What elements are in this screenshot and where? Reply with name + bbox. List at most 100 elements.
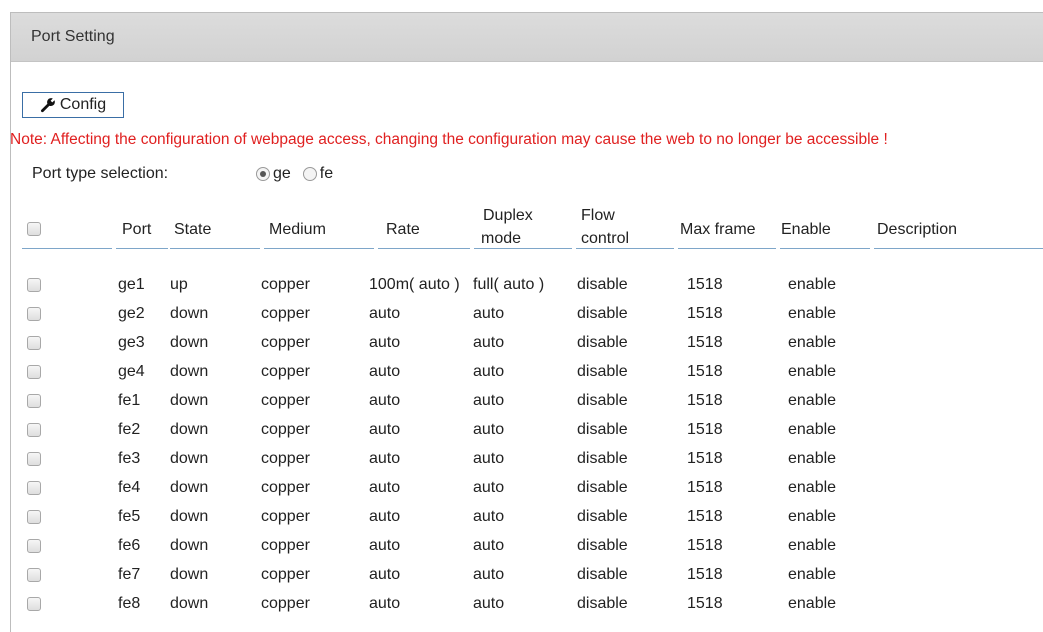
port-type-radio-group: ge fe bbox=[256, 165, 345, 183]
row-checkbox[interactable] bbox=[27, 510, 41, 524]
row-checkbox[interactable] bbox=[27, 336, 41, 350]
cell-flow-control: disable bbox=[577, 566, 628, 583]
cell-medium: copper bbox=[261, 305, 310, 322]
warning-note: Note: Affecting the configuration of web… bbox=[10, 131, 888, 148]
cell-rate: auto bbox=[369, 479, 401, 496]
cell-medium: copper bbox=[261, 595, 310, 612]
cell-max-frame: 1518 bbox=[687, 305, 723, 322]
cell-max-frame: 1518 bbox=[687, 537, 723, 554]
select-all-checkbox[interactable] bbox=[27, 222, 41, 236]
cell-flow-control: disable bbox=[577, 450, 628, 467]
cell-state: down bbox=[170, 595, 209, 612]
cell-port: ge4 bbox=[118, 363, 145, 380]
radio-fe[interactable] bbox=[302, 167, 317, 181]
row-checkbox[interactable] bbox=[27, 539, 41, 553]
cell-state: down bbox=[170, 421, 209, 438]
column-header-duplex-mode: Duplex mode bbox=[481, 204, 533, 250]
cell-duplex: auto bbox=[473, 595, 505, 612]
cell-duplex: auto bbox=[473, 566, 505, 583]
radio-ge-label: ge bbox=[273, 165, 291, 182]
cell-medium: copper bbox=[261, 450, 310, 467]
cell-state: down bbox=[170, 479, 209, 496]
header-rule bbox=[170, 248, 260, 249]
cell-enable: enable bbox=[788, 421, 837, 438]
row-checkbox[interactable] bbox=[27, 278, 41, 292]
cell-state: down bbox=[170, 450, 209, 467]
cell-duplex: auto bbox=[473, 363, 505, 380]
row-checkbox[interactable] bbox=[27, 568, 41, 582]
cell-duplex: auto bbox=[473, 508, 505, 525]
cell-enable: enable bbox=[788, 479, 837, 496]
cell-state: down bbox=[170, 566, 209, 583]
cell-max-frame: 1518 bbox=[687, 595, 723, 612]
cell-state: down bbox=[170, 537, 209, 554]
cell-rate: auto bbox=[369, 566, 401, 583]
radio-ge[interactable] bbox=[256, 167, 270, 181]
cell-enable: enable bbox=[788, 363, 837, 380]
cell-port: ge2 bbox=[118, 305, 145, 322]
cell-flow-control: disable bbox=[577, 421, 628, 438]
cell-flow-control: disable bbox=[577, 276, 628, 293]
cell-port: fe7 bbox=[118, 566, 141, 583]
cell-duplex: full( auto ) bbox=[473, 276, 545, 293]
config-button[interactable]: Config bbox=[22, 92, 124, 118]
cell-port: fe3 bbox=[118, 450, 141, 467]
cell-enable: enable bbox=[788, 566, 837, 583]
cell-rate: auto bbox=[369, 421, 401, 438]
cell-state: down bbox=[170, 334, 209, 351]
header-rule bbox=[474, 248, 572, 249]
row-checkbox[interactable] bbox=[27, 307, 41, 321]
cell-medium: copper bbox=[261, 508, 310, 525]
wrench-icon bbox=[40, 98, 55, 113]
radio-fe-label: fe bbox=[319, 165, 334, 182]
cell-rate: auto bbox=[369, 450, 401, 467]
row-checkbox[interactable] bbox=[27, 394, 41, 408]
panel-frame bbox=[10, 12, 1043, 632]
header-rule bbox=[576, 248, 674, 249]
cell-medium: copper bbox=[261, 421, 310, 438]
cell-medium: copper bbox=[261, 392, 310, 409]
cell-port: fe6 bbox=[118, 537, 141, 554]
cell-duplex: auto bbox=[473, 392, 505, 409]
cell-rate: auto bbox=[369, 363, 401, 380]
port-type-option-fe[interactable]: fe bbox=[302, 165, 334, 183]
cell-max-frame: 1518 bbox=[687, 479, 723, 496]
row-checkbox[interactable] bbox=[27, 452, 41, 466]
header-rule bbox=[678, 248, 776, 249]
row-checkbox[interactable] bbox=[27, 481, 41, 495]
column-header-port: Port bbox=[122, 221, 152, 238]
column-header-description: Description bbox=[877, 221, 958, 238]
row-checkbox[interactable] bbox=[27, 597, 41, 611]
cell-enable: enable bbox=[788, 595, 837, 612]
column-header-enable: Enable bbox=[781, 221, 831, 238]
row-checkbox[interactable] bbox=[27, 365, 41, 379]
cell-enable: enable bbox=[788, 276, 837, 293]
cell-rate: auto bbox=[369, 305, 401, 322]
cell-flow-control: disable bbox=[577, 479, 628, 496]
cell-medium: copper bbox=[261, 537, 310, 554]
cell-flow-control: disable bbox=[577, 508, 628, 525]
column-header-duplex-line1: Duplex bbox=[483, 207, 533, 224]
cell-medium: copper bbox=[261, 566, 310, 583]
cell-rate: auto bbox=[369, 392, 401, 409]
cell-max-frame: 1518 bbox=[687, 566, 723, 583]
row-checkbox[interactable] bbox=[27, 423, 41, 437]
cell-port: ge1 bbox=[118, 276, 145, 293]
cell-medium: copper bbox=[261, 334, 310, 351]
column-header-duplex-line2: mode bbox=[481, 230, 522, 247]
column-header-flow-line2: control bbox=[581, 230, 630, 247]
column-header-state: State bbox=[174, 221, 212, 238]
cell-port: ge3 bbox=[118, 334, 145, 351]
cell-state: down bbox=[170, 392, 209, 409]
cell-port: fe2 bbox=[118, 421, 141, 438]
cell-port: fe8 bbox=[118, 595, 141, 612]
cell-rate: auto bbox=[369, 334, 401, 351]
cell-rate: 100m( auto ) bbox=[369, 276, 460, 293]
cell-rate: auto bbox=[369, 508, 401, 525]
cell-max-frame: 1518 bbox=[687, 276, 723, 293]
port-type-option-ge[interactable]: ge bbox=[256, 165, 291, 183]
cell-port: fe1 bbox=[118, 392, 141, 409]
cell-flow-control: disable bbox=[577, 595, 628, 612]
cell-max-frame: 1518 bbox=[687, 421, 723, 438]
cell-max-frame: 1518 bbox=[687, 508, 723, 525]
